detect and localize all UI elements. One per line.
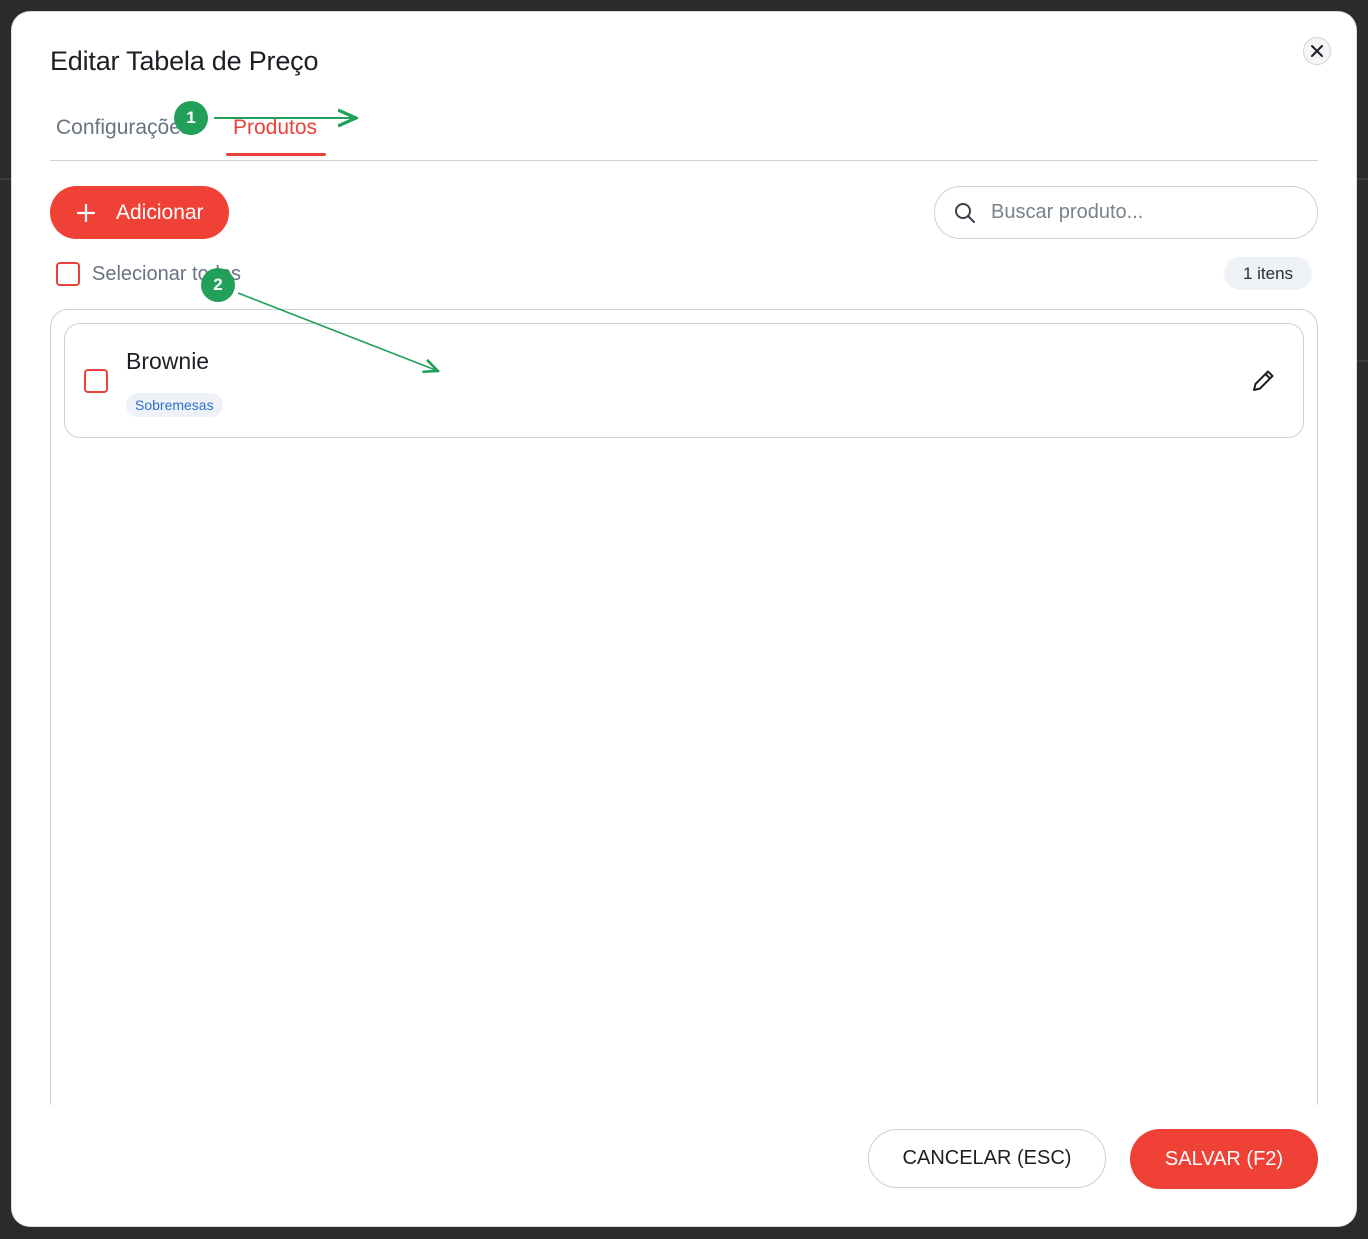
add-button[interactable]: Adicionar: [50, 186, 229, 239]
item-checkbox[interactable]: [84, 369, 108, 393]
plus-icon: [76, 203, 96, 222]
annotation-marker-2: 2: [201, 268, 235, 302]
search-input[interactable]: [989, 200, 1293, 225]
item-name: Brownie: [126, 348, 210, 374]
add-button-label: Adicionar: [116, 200, 204, 224]
edit-button[interactable]: [1249, 367, 1277, 395]
dialog-title: Editar Tabela de Preço: [50, 46, 319, 76]
annotation-marker-1: 1: [174, 101, 208, 135]
category-tag: Sobremesas: [126, 393, 223, 417]
product-list: Brownie Sobremesas: [50, 309, 1318, 1161]
tab-configuracoes[interactable]: Configurações: [56, 116, 191, 140]
item-count-badge: 1 itens: [1224, 257, 1312, 290]
dialog-footer: CANCELAR (ESC) SALVAR (F2): [12, 1105, 1356, 1226]
active-tab-indicator: [226, 153, 326, 156]
pencil-icon: [1253, 370, 1274, 391]
edit-price-table-dialog: Editar Tabela de Preço Configurações Pro…: [12, 12, 1356, 1226]
save-button[interactable]: SALVAR (F2): [1130, 1129, 1318, 1189]
tab-produtos[interactable]: Produtos: [233, 116, 317, 140]
search-box[interactable]: [934, 186, 1318, 239]
close-icon: [1311, 45, 1323, 57]
select-all-checkbox[interactable]: [56, 262, 80, 286]
list-item: Brownie Sobremesas: [64, 323, 1304, 438]
search-icon: [955, 202, 975, 223]
cancel-button[interactable]: CANCELAR (ESC): [868, 1129, 1106, 1188]
tab-bar: Configurações Produtos: [50, 112, 1318, 161]
close-button[interactable]: [1303, 37, 1331, 65]
